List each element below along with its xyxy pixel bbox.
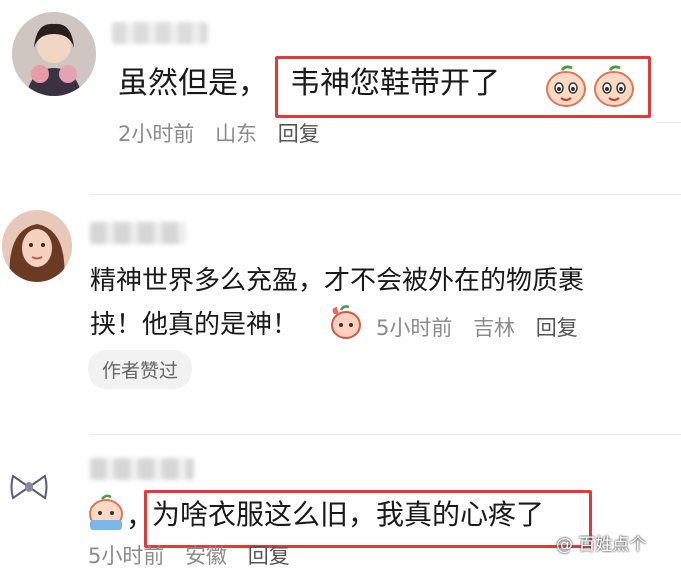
comment-highlight-text-1: 韦神您鞋带开了 bbox=[290, 64, 500, 104]
comment-time-1: 2小时前 bbox=[118, 122, 195, 146]
peach-emoji-icon bbox=[546, 65, 634, 107]
peach-emoji-2 bbox=[328, 304, 362, 344]
author-liked-badge-label: 作者赞过 bbox=[102, 360, 179, 382]
comment-text-1: 虽然但是， bbox=[118, 64, 268, 104]
username-blurred-1[interactable] bbox=[112, 22, 208, 44]
comment-text-2-line2: 挟！他真的是神！ bbox=[90, 310, 299, 340]
avatar-commenter-2[interactable] bbox=[2, 210, 72, 282]
bow-icon bbox=[10, 474, 48, 500]
comment-divider-2 bbox=[90, 434, 681, 435]
watermark-text: 百姓点个 bbox=[578, 535, 647, 555]
comment-text-2-line2-row: 挟！他真的是神！ bbox=[90, 306, 298, 344]
peach-emoji-pair-1 bbox=[544, 64, 640, 112]
comment-meta-1: 2小时前 山东 回复 bbox=[118, 118, 334, 148]
highlight-text-3: 为啥衣服这么旧，我真的心疼了 bbox=[152, 498, 545, 531]
comment-divider-1 bbox=[90, 194, 681, 195]
highlight-text-1: 韦神您鞋带开了 bbox=[290, 66, 500, 101]
username-blurred-3[interactable] bbox=[90, 458, 194, 480]
peach-waving-icon bbox=[331, 305, 361, 339]
avatar-commenter-3[interactable] bbox=[10, 470, 48, 504]
comment-time-2: 5小时前 bbox=[376, 316, 453, 340]
comment-time-3: 5小时前 bbox=[88, 544, 165, 568]
comment-meta-2: 5小时前 吉林 回复 bbox=[376, 312, 592, 342]
comment-text-2-line1: 精神世界多么充盈，才不会被外在的物质裹 bbox=[90, 266, 585, 296]
reply-button-1[interactable]: 回复 bbox=[278, 122, 320, 146]
watermark-symbol: @ bbox=[556, 535, 573, 555]
watermark: @ 百姓点个 bbox=[556, 530, 646, 555]
comment-text-2: 精神世界多么充盈，才不会被外在的物质裹 bbox=[90, 262, 584, 300]
header-right-line bbox=[655, 122, 681, 123]
reply-button-3[interactable]: 回复 bbox=[248, 544, 290, 568]
avatar-photo-2 bbox=[2, 210, 72, 282]
comment-location-1: 山东 bbox=[215, 122, 258, 146]
peach-crying-icon bbox=[89, 494, 123, 530]
avatar-photo-1 bbox=[12, 12, 96, 96]
author-liked-badge: 作者赞过 bbox=[88, 350, 193, 389]
comment-text-prefix-1: 虽然但是， bbox=[118, 66, 268, 101]
reply-button-2[interactable]: 回复 bbox=[536, 316, 578, 340]
username-blurred-2[interactable] bbox=[90, 222, 186, 244]
comment-location-2: 吉林 bbox=[473, 316, 516, 340]
comment-highlight-text-3: 为啥衣服这么旧，我真的心疼了 bbox=[152, 496, 544, 534]
comment-meta-3: 5小时前 安徽 回复 bbox=[88, 540, 304, 570]
comment-location-3: 安徽 bbox=[185, 544, 228, 568]
avatar-commenter-1[interactable] bbox=[12, 12, 96, 96]
peach-emoji-3 bbox=[86, 494, 126, 536]
